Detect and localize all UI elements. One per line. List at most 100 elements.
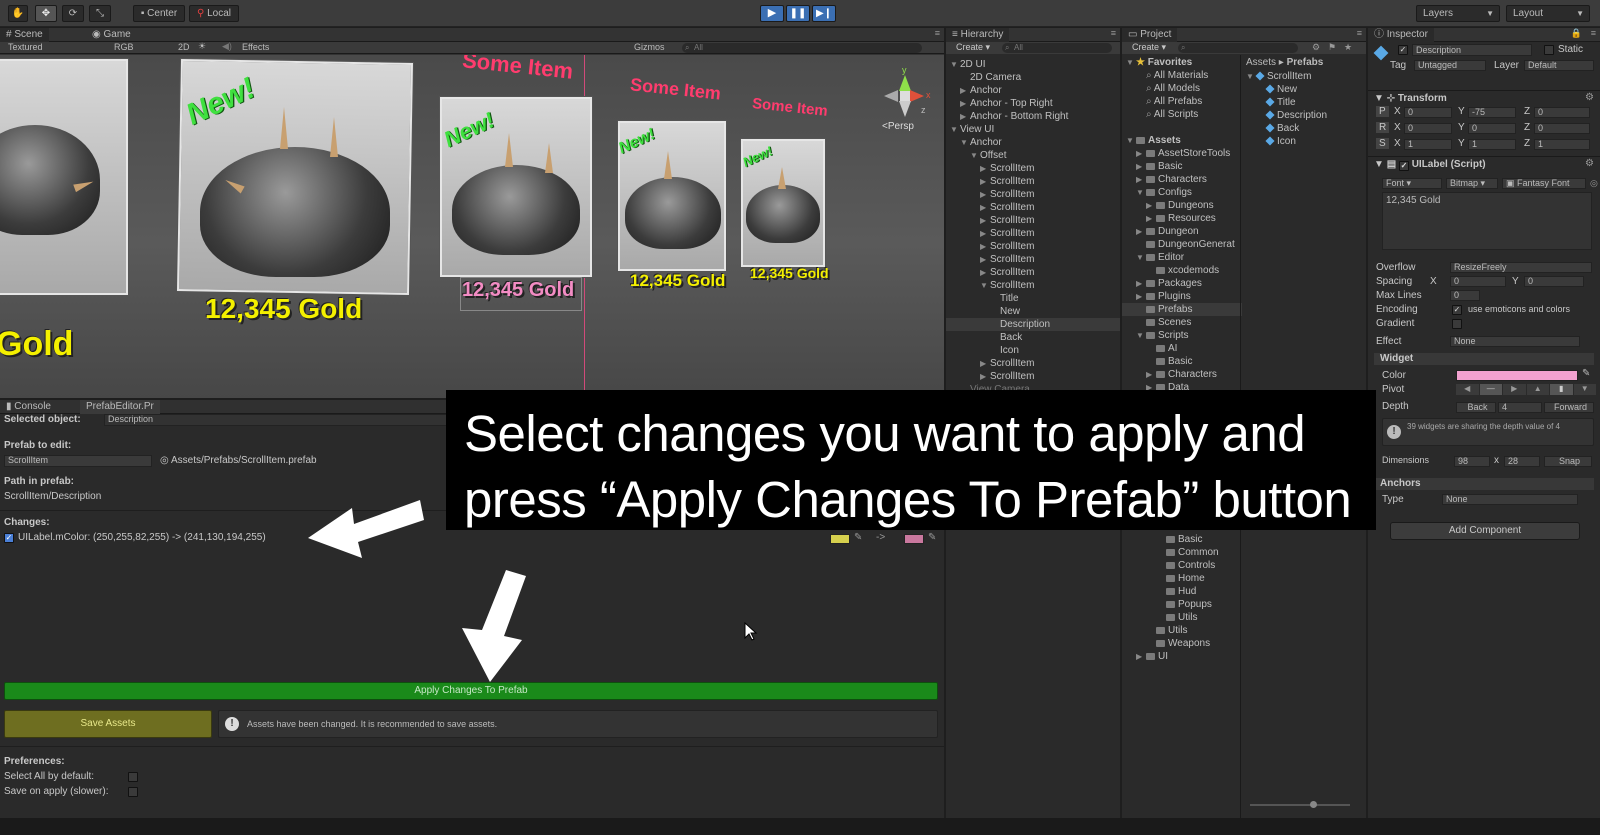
font-picker-icon[interactable]: ◎: [1590, 178, 1598, 189]
folder-item[interactable]: ▶ UI: [1136, 650, 1168, 663]
prefab-item[interactable]: Description: [1265, 109, 1327, 122]
favorite-item[interactable]: ⌕ All Prefabs: [1146, 95, 1202, 108]
zoom-slider-thumb[interactable]: [1310, 801, 1317, 808]
save-on-apply-checkbox[interactable]: [128, 787, 138, 797]
effects-dropdown[interactable]: Effects: [242, 42, 269, 52]
tab-prefab-editor[interactable]: PrefabEditor.Pr: [80, 400, 160, 414]
audio-icon[interactable]: ◀): [222, 41, 232, 52]
scene-orientation-gizmo[interactable]: y x z <Persp: [880, 65, 936, 135]
folder-item[interactable]: ▶ Resources: [1146, 212, 1216, 225]
pause-button[interactable]: ❚❚: [786, 5, 810, 22]
favorites-header[interactable]: ▼ ★ Favorites: [1126, 56, 1192, 69]
depth-forward-button[interactable]: Forward: [1544, 402, 1594, 413]
hierarchy-item[interactable]: ▶ ScrollItem: [980, 201, 1034, 214]
filter-label-icon[interactable]: ⚑: [1328, 42, 1336, 53]
expand-arrow-icon[interactable]: ▶: [980, 201, 990, 214]
folder-item[interactable]: Basic: [1156, 355, 1192, 368]
font-type-dropdown[interactable]: Font ▾: [1382, 178, 1442, 189]
scale-y-field[interactable]: 1: [1468, 139, 1516, 150]
color-from-swatch[interactable]: [830, 534, 850, 544]
folder-item[interactable]: ▶ Dungeons: [1146, 199, 1214, 212]
play-button[interactable]: ▶: [760, 5, 784, 22]
gizmo-cube[interactable]: [900, 91, 910, 101]
expand-arrow-icon[interactable]: ▶: [960, 84, 970, 97]
assets-header[interactable]: ▼ Assets: [1126, 134, 1181, 147]
rotation-z-field[interactable]: 0: [1534, 123, 1590, 134]
hierarchy-item[interactable]: Icon: [1000, 344, 1019, 357]
hierarchy-item[interactable]: ▶ ScrollItem: [980, 240, 1034, 253]
uilabel-enabled-checkbox[interactable]: ✓: [1398, 161, 1409, 171]
tab-project[interactable]: ▭ Project: [1122, 28, 1178, 42]
font-asset-field[interactable]: ▣ Fantasy Font: [1502, 178, 1586, 189]
hierarchy-item[interactable]: ▶ ScrollItem: [980, 175, 1034, 188]
hierarchy-item[interactable]: ▶ ScrollItem: [980, 214, 1034, 227]
folder-item[interactable]: ▶ Plugins: [1136, 290, 1191, 303]
select-all-checkbox[interactable]: [128, 772, 138, 782]
hierarchy-item[interactable]: ▼ 2D UI: [950, 58, 986, 71]
change-checkbox[interactable]: ✓: [4, 533, 14, 543]
expand-arrow-icon[interactable]: ▶: [980, 175, 990, 188]
expand-arrow-icon[interactable]: ▼: [1126, 56, 1136, 69]
effect-dropdown[interactable]: None: [1450, 336, 1580, 347]
expand-arrow-icon[interactable]: ▼: [1136, 251, 1146, 264]
gizmos-dropdown[interactable]: Gizmos: [634, 42, 665, 52]
active-checkbox[interactable]: ✓: [1398, 45, 1408, 55]
hierarchy-item[interactable]: Title: [1000, 292, 1019, 305]
prefab-item[interactable]: New: [1265, 83, 1297, 96]
hierarchy-item[interactable]: ▶ Anchor - Bottom Right: [960, 110, 1068, 123]
object-name-field[interactable]: Description: [1412, 44, 1532, 56]
rotation-y-field[interactable]: 0: [1468, 123, 1516, 134]
gizmo-y-cone[interactable]: [899, 75, 911, 91]
hierarchy-search-input[interactable]: ⌕ All: [1002, 43, 1112, 53]
panel-menu-icon[interactable]: ≡: [1591, 28, 1596, 38]
favorite-star-icon[interactable]: ★: [1344, 42, 1352, 53]
folder-item[interactable]: ▼ Editor: [1136, 251, 1184, 264]
expand-arrow-icon[interactable]: ▶: [1146, 199, 1156, 212]
hierarchy-item[interactable]: Back: [1000, 331, 1022, 344]
label-text-area[interactable]: 12,345 Gold: [1382, 192, 1592, 250]
expand-arrow-icon[interactable]: ▶: [980, 370, 990, 383]
zoom-slider[interactable]: [1250, 801, 1350, 808]
expand-arrow-icon[interactable]: ▶: [1136, 160, 1146, 173]
pivot-middle-button[interactable]: ▮: [1550, 384, 1573, 395]
gizmo-z-cone[interactable]: [899, 101, 911, 117]
expand-arrow-icon[interactable]: ▼: [950, 123, 960, 136]
hierarchy-item[interactable]: ▼ View UI: [950, 123, 994, 136]
project-search-input[interactable]: ⌕: [1178, 43, 1298, 53]
folder-item[interactable]: ▶ Characters: [1146, 368, 1217, 381]
position-y-field[interactable]: -75: [1468, 107, 1516, 118]
expand-arrow-icon[interactable]: ▼: [980, 279, 990, 292]
prefab-item[interactable]: Back: [1265, 122, 1299, 135]
tag-dropdown[interactable]: Untagged: [1414, 60, 1486, 71]
hierarchy-item[interactable]: ▶ ScrollItem: [980, 227, 1034, 240]
folder-item[interactable]: Scenes: [1146, 316, 1191, 329]
expand-arrow-icon[interactable]: ▼: [1136, 186, 1146, 199]
hand-tool-icon[interactable]: ✋: [8, 5, 28, 22]
gear-icon[interactable]: ⚙: [1585, 92, 1594, 103]
project-create-dropdown[interactable]: Create ▾: [1132, 42, 1166, 53]
folder-item[interactable]: Basic: [1166, 533, 1202, 546]
expand-arrow-icon[interactable]: ▶: [1136, 173, 1146, 186]
scene-viewport[interactable]: Gold New! 12,345 Gold Some Item New! 12,…: [0, 55, 944, 398]
font-kind-dropdown[interactable]: Bitmap ▾: [1446, 178, 1498, 189]
expand-arrow-icon[interactable]: ▶: [980, 188, 990, 201]
rotate-tool-icon[interactable]: ⟳: [62, 5, 84, 22]
folder-item[interactable]: ▶ AssetStoreTools: [1136, 147, 1230, 160]
folder-item[interactable]: ▼ Scripts: [1136, 329, 1189, 342]
expand-arrow-icon[interactable]: ▶: [980, 266, 990, 279]
favorite-item[interactable]: ⌕ All Models: [1146, 82, 1200, 95]
folder-item[interactable]: xcodemods: [1156, 264, 1219, 277]
tab-game[interactable]: ◉ Game: [86, 28, 137, 42]
save-assets-button[interactable]: Save Assets: [4, 710, 212, 738]
folder-item-selected[interactable]: Prefabs: [1122, 303, 1242, 316]
folder-item[interactable]: Hud: [1166, 585, 1196, 598]
expand-arrow-icon[interactable]: ▶: [1146, 368, 1156, 381]
scale-x-field[interactable]: 1: [1404, 139, 1452, 150]
folder-item[interactable]: ▶ Dungeon: [1136, 225, 1199, 238]
color-mode-dropdown[interactable]: RGB: [114, 42, 134, 52]
widget-header[interactable]: Widget: [1374, 353, 1594, 365]
panel-menu-icon[interactable]: ≡: [1111, 28, 1116, 38]
depth-back-button[interactable]: Back: [1456, 402, 1496, 413]
folder-item[interactable]: Controls: [1166, 559, 1215, 572]
hierarchy-item[interactable]: ▶ ScrollItem: [980, 188, 1034, 201]
